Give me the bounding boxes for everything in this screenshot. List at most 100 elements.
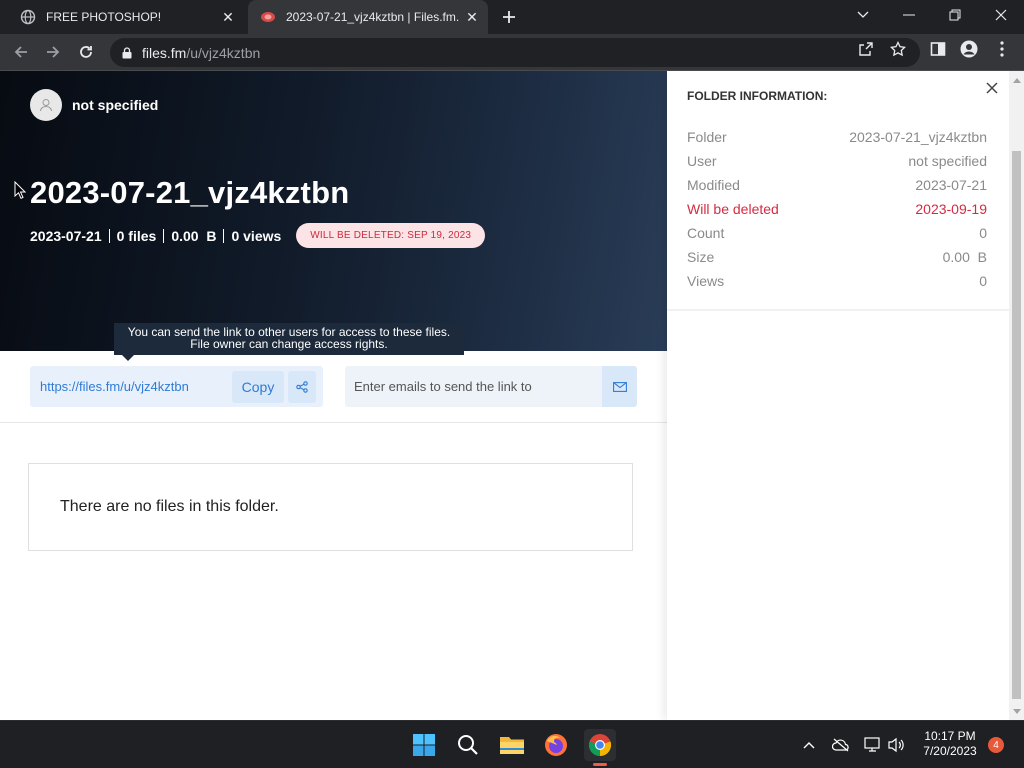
info-label: Will be deleted (687, 201, 779, 217)
network-icon[interactable] (863, 735, 883, 755)
tab-search-icon[interactable] (840, 0, 886, 30)
filesfm-icon (260, 9, 276, 25)
folder-info-panel: FOLDER INFORMATION: Folder 2023-07-21_vj… (667, 71, 1009, 720)
address-bar[interactable]: files.fm/u/vjz4kztbn (110, 38, 920, 67)
info-label: Folder (687, 129, 727, 145)
menu-kebab-icon[interactable] (993, 40, 1011, 58)
copy-button[interactable]: Copy (232, 370, 284, 403)
tab-files-fm[interactable]: 2023-07-21_vjz4kztbn | Files.fm. ✕ (248, 0, 488, 34)
info-value: 2023-09-19 (915, 201, 987, 217)
avatar (30, 89, 62, 121)
info-label: Size (687, 249, 715, 265)
chevron-up-icon[interactable] (799, 735, 819, 755)
file-explorer-icon[interactable] (496, 729, 528, 761)
info-row-size: Size 0.00 B (687, 249, 987, 265)
url-path: /u/vjz4kztbn (186, 44, 261, 61)
info-row-deletion: Will be deleted 2023-09-19 (687, 201, 987, 217)
page-scrollbar[interactable] (1009, 71, 1024, 720)
mouse-cursor-icon (14, 180, 27, 204)
info-value: 0.00 B (942, 249, 987, 265)
info-row-count: Count 0 (687, 225, 987, 241)
folder-hero: not specified 2023-07-21_vjz4kztbn 2023-… (0, 71, 667, 351)
windows-start-icon[interactable] (408, 729, 440, 761)
close-tab-icon[interactable]: ✕ (462, 7, 482, 27)
onedrive-offline-icon[interactable] (831, 735, 851, 755)
browser-toolbar: files.fm/u/vjz4kztbn (0, 34, 1024, 71)
minimize-button[interactable] (886, 0, 932, 30)
tab-title: 2023-07-21_vjz4kztbn | Files.fm. (286, 10, 460, 24)
close-window-button[interactable] (978, 0, 1024, 30)
info-label: Count (687, 225, 725, 241)
share-tooltip: You can send the link to other users for… (114, 323, 464, 361)
owner-info: not specified (30, 89, 158, 121)
url-text: files.fm/u/vjz4kztbn (142, 45, 260, 61)
bookmark-star-icon[interactable] (889, 40, 907, 58)
clock-time: 10:17 PM (924, 729, 976, 743)
page-title: 2023-07-21_vjz4kztbn (30, 175, 350, 210)
panel-divider (667, 309, 1009, 311)
volume-icon[interactable] (887, 735, 907, 755)
chrome-icon[interactable] (584, 729, 616, 761)
email-input[interactable] (354, 368, 600, 405)
search-icon[interactable] (452, 729, 484, 761)
info-value: 0 (979, 225, 987, 241)
stat-divider (163, 228, 165, 243)
stat-divider (223, 228, 225, 243)
share-page-icon[interactable] (857, 40, 875, 58)
owner-name: not specified (72, 97, 159, 113)
new-tab-button[interactable] (498, 6, 520, 28)
profile-icon[interactable] (960, 40, 978, 58)
tab-strip: FREE PHOTOSHOP! ✕ 2023-07-21_vjz4kztbn |… (0, 0, 1024, 34)
firefox-icon[interactable] (540, 729, 572, 761)
info-row-user: User not specified (687, 153, 987, 169)
info-value: 2023-07-21 (915, 177, 987, 193)
forward-button[interactable] (40, 39, 66, 65)
share-link[interactable]: https://files.fm/u/vjz4kztbn (40, 379, 230, 394)
info-label: Views (687, 273, 725, 289)
info-row-modified: Modified 2023-07-21 (687, 177, 987, 193)
stat-views: 0 views (231, 227, 282, 244)
tab-free-photoshop[interactable]: FREE PHOTOSHOP! ✕ (8, 0, 244, 34)
notification-badge[interactable]: 4 (988, 737, 1004, 753)
info-value: 0 (979, 273, 987, 289)
tooltip-line: File owner can change access rights. (190, 337, 388, 351)
reload-button[interactable] (73, 39, 99, 65)
scrollbar-thumb[interactable] (1012, 151, 1021, 699)
tab-title: FREE PHOTOSHOP! (46, 10, 162, 24)
send-email-button[interactable] (602, 366, 637, 407)
system-clock[interactable]: 10:17 PM 7/20/2023 (914, 729, 986, 759)
stat-date: 2023-07-21 (30, 227, 102, 244)
scroll-down-icon[interactable] (1012, 707, 1021, 716)
lock-icon[interactable] (122, 46, 132, 59)
back-button[interactable] (8, 39, 34, 65)
info-value: 2023-07-21_vjz4kztbn (849, 129, 987, 145)
close-icon[interactable] (983, 79, 1001, 97)
deletion-badge: WILL BE DELETED: SEP 19, 2023 (296, 223, 486, 248)
empty-folder-message: There are no files in this folder. (28, 463, 633, 551)
info-row-views: Views 0 (687, 273, 987, 289)
stat-divider (108, 228, 110, 243)
active-app-indicator (593, 763, 607, 766)
stat-files: 0 files (116, 227, 157, 244)
share-link-box: https://files.fm/u/vjz4kztbn Copy (30, 366, 323, 407)
empty-message-text: There are no files in this folder. (60, 498, 279, 515)
windows-taskbar: 10:17 PM 7/20/2023 4 (0, 720, 1024, 768)
globe-icon (20, 9, 36, 25)
panel-heading: FOLDER INFORMATION: (687, 89, 828, 103)
side-panel-icon[interactable] (929, 40, 947, 58)
email-share-box (345, 366, 637, 407)
scroll-up-icon[interactable] (1012, 75, 1021, 84)
section-divider (0, 422, 667, 423)
mail-icon (612, 381, 627, 392)
clock-date: 7/20/2023 (923, 744, 977, 758)
stat-size: 0.00 B (171, 227, 217, 244)
info-row-folder: Folder 2023-07-21_vjz4kztbn (687, 129, 987, 145)
web-page: not specified 2023-07-21_vjz4kztbn 2023-… (0, 71, 1024, 720)
info-label: Modified (687, 177, 740, 193)
restore-button[interactable] (932, 0, 978, 30)
url-domain: files.fm (142, 44, 187, 61)
folder-stats: 2023-07-21 0 files 0.00 B 0 views WILL B… (30, 223, 486, 248)
close-tab-icon[interactable]: ✕ (218, 7, 238, 27)
share-icon[interactable] (288, 370, 316, 403)
info-value: not specified (908, 153, 987, 169)
